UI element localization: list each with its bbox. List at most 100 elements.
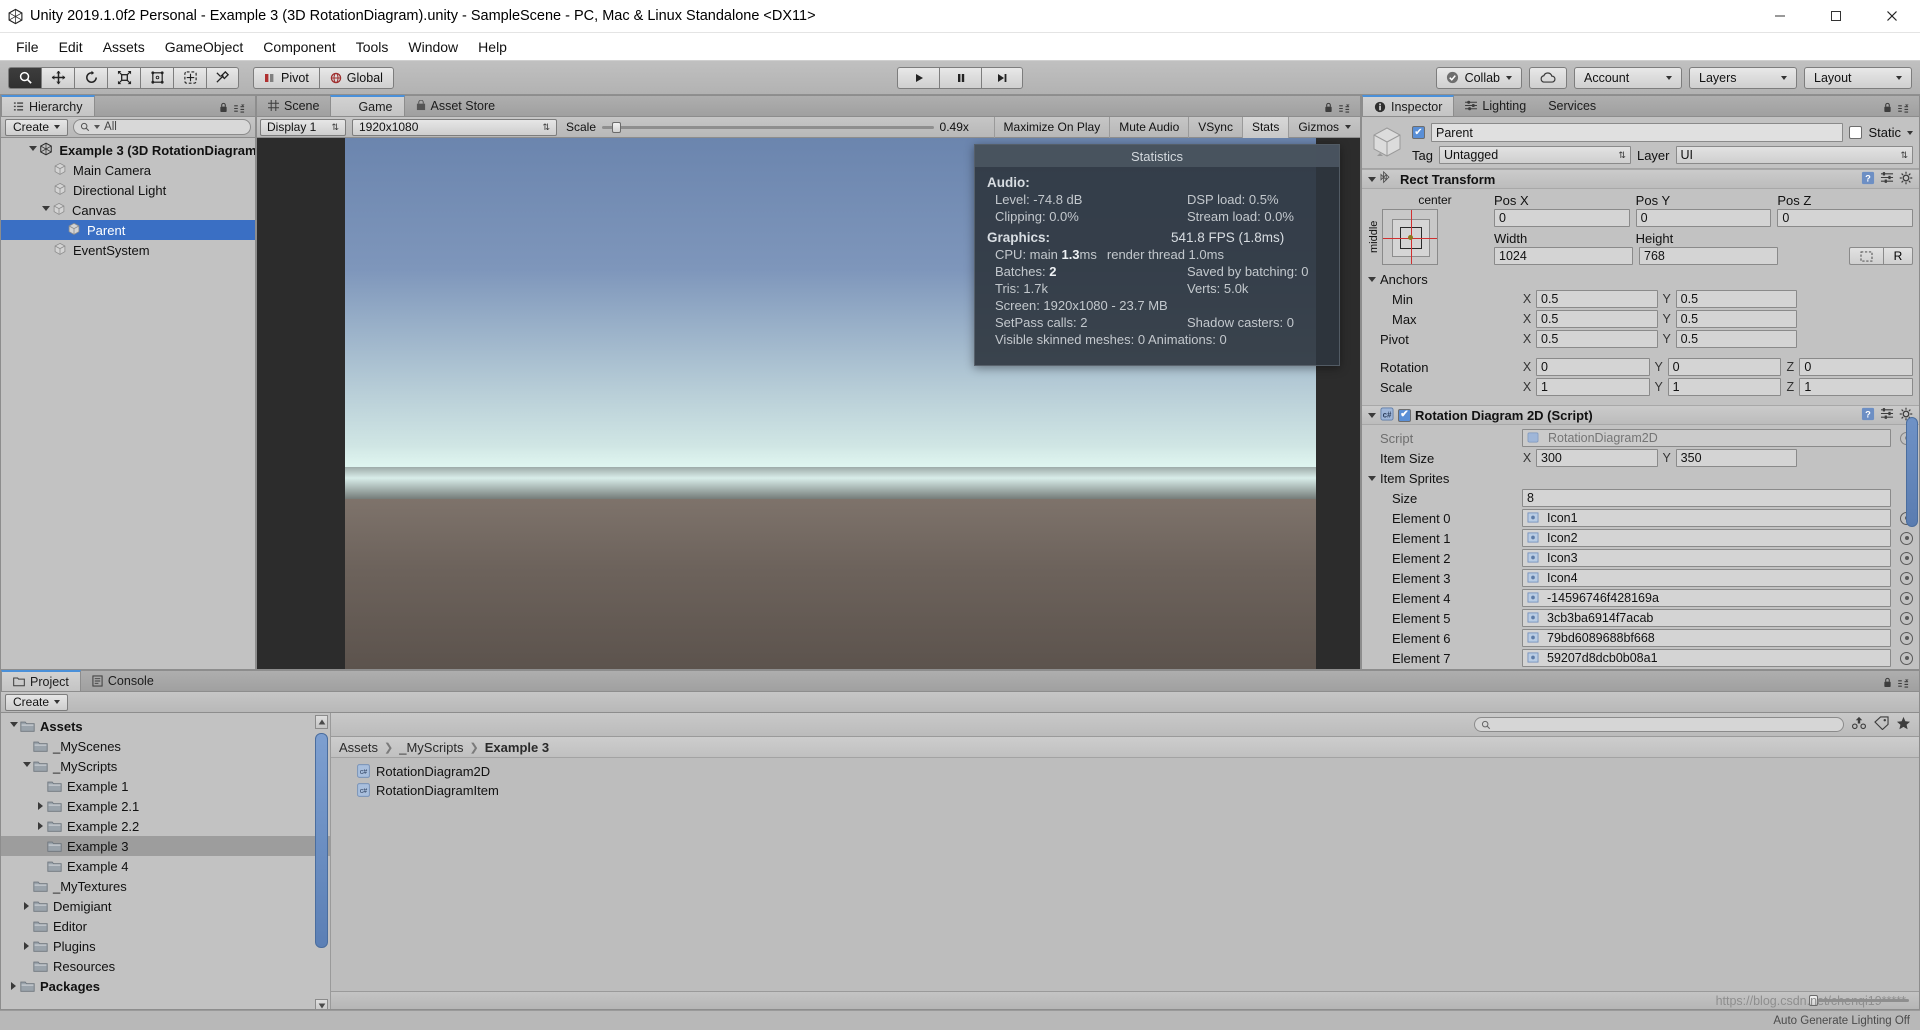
height-field[interactable]: 768 [1639,247,1778,265]
global-mode-button[interactable]: Global [318,66,394,89]
panel-menu-icon[interactable] [1898,676,1911,691]
item-size-x-field[interactable]: 300 [1536,449,1658,467]
project-item-example-2-2[interactable]: Example 2.2 [1,816,330,836]
asset-row-rotationdiagramitem[interactable]: c# RotationDiagramItem [331,781,1919,800]
hierarchy-item-parent[interactable]: Parent [1,220,255,240]
game-render-area[interactable]: Statistics Audio: Level: -74.8 dB DSP lo… [257,138,1360,669]
search-filter-icon[interactable] [94,125,101,129]
expand-arrow-icon[interactable] [20,902,33,910]
rect-transform-header[interactable]: Rect Transform ? [1362,169,1919,189]
gear-icon[interactable] [1899,171,1913,188]
object-picker-icon[interactable] [1900,571,1913,585]
help-icon[interactable]: ? [1861,407,1875,424]
maximize-on-play-toggle[interactable]: Maximize On Play [993,116,1110,138]
filter-by-label-icon[interactable] [1874,716,1889,733]
project-item-example-1[interactable]: Example 1 [1,776,330,796]
play-button[interactable] [897,66,939,89]
pos-y-field[interactable]: 0 [1635,209,1772,227]
gizmos-dropdown[interactable]: Gizmos [1288,116,1360,138]
vsync-toggle[interactable]: VSync [1188,116,1242,138]
inspector-scrollbar[interactable] [1906,417,1918,527]
tab-hierarchy[interactable]: Hierarchy [1,95,95,116]
expand-arrow-icon[interactable] [20,761,33,771]
project-item-editor[interactable]: Editor [1,916,330,936]
scroll-down-button[interactable] [315,999,328,1009]
collapse-triangle-icon[interactable] [1368,412,1376,418]
chevron-down-icon[interactable] [1907,130,1913,135]
step-button[interactable] [981,66,1023,89]
rotation-y-field[interactable]: 0 [1667,358,1782,376]
project-item-assets[interactable]: Assets [1,716,330,736]
asset-row-rotationdiagram2d[interactable]: c# RotationDiagram2D [331,762,1919,781]
anchors-min-y-field[interactable]: 0.5 [1675,290,1798,308]
panel-menu-icon[interactable] [234,101,247,116]
move-tool-button[interactable] [41,66,74,89]
project-item-myscripts[interactable]: _MyScripts [1,756,330,776]
expand-arrow-icon[interactable] [7,721,20,731]
layers-button[interactable]: Layers [1689,66,1797,89]
panel-menu-icon[interactable] [1898,101,1911,116]
scroll-up-button[interactable] [315,715,328,729]
width-field[interactable]: 1024 [1494,247,1633,265]
transform-tool-button[interactable] [173,66,206,89]
object-picker-icon[interactable] [1900,531,1913,545]
stats-toggle[interactable]: Stats [1241,116,1289,138]
hierarchy-item-scene[interactable]: Example 3 (3D RotationDiagram) [1,140,255,160]
lock-icon[interactable] [1324,101,1333,116]
expand-arrow-icon[interactable] [34,822,47,830]
filter-by-type-icon[interactable] [1851,716,1867,733]
favorites-star-icon[interactable] [1896,716,1911,733]
tab-game[interactable]: Game [330,95,405,116]
tab-console[interactable]: Console [81,670,165,691]
hierarchy-item-eventsystem[interactable]: EventSystem [1,240,255,260]
menu-edit[interactable]: Edit [49,36,93,58]
pivot-y-field[interactable]: 0.5 [1675,330,1798,348]
cloud-button[interactable] [1529,66,1567,89]
tab-asset-store[interactable]: Asset Store [405,95,507,116]
scale-z-field[interactable]: 1 [1799,378,1914,396]
breadcrumb-example-3[interactable]: Example 3 [485,740,549,755]
close-button[interactable] [1864,0,1920,32]
scroll-thumb[interactable] [315,733,328,948]
project-item-example-4[interactable]: Example 4 [1,856,330,876]
lock-icon[interactable] [1883,101,1892,116]
menu-gameobject[interactable]: GameObject [155,36,254,58]
account-button[interactable]: Account [1574,66,1682,89]
static-checkbox[interactable] [1849,126,1863,139]
expand-arrow-icon[interactable] [7,982,20,990]
layout-button[interactable]: Layout [1804,66,1912,89]
script-enabled-checkbox[interactable] [1398,408,1411,422]
scale-y-field[interactable]: 1 [1667,378,1782,396]
display-dropdown[interactable]: Display 1 ⇅ [260,118,346,136]
element-field[interactable]: Icon1 [1522,509,1891,527]
object-picker-icon[interactable] [1900,611,1913,625]
hierarchy-item-main-camera[interactable]: Main Camera [1,160,255,180]
hierarchy-item-canvas[interactable]: Canvas [1,200,255,220]
sprites-size-field[interactable]: 8 [1522,489,1891,507]
pause-button[interactable] [939,66,981,89]
anchors-foldout[interactable]: Anchors [1362,269,1919,289]
hierarchy-search-input[interactable]: All [73,119,251,135]
anchor-preset-button[interactable] [1382,209,1438,265]
element-field[interactable]: 3cb3ba6914f7acab [1522,609,1891,627]
element-field[interactable]: 79bd6089688bf668 [1522,629,1891,647]
collapse-triangle-icon[interactable] [1368,176,1376,182]
project-item-packages[interactable]: Packages [1,976,330,996]
pivot-mode-button[interactable]: Pivot [253,66,319,89]
breadcrumb-assets[interactable]: Assets [339,740,378,755]
menu-window[interactable]: Window [398,36,468,58]
collapse-triangle-icon[interactable] [1368,276,1376,282]
preset-icon[interactable] [1880,171,1894,187]
rotate-tool-button[interactable] [74,66,107,89]
lock-icon[interactable] [219,101,228,116]
pos-z-field[interactable]: 0 [1777,209,1914,227]
project-tree-scrollbar[interactable] [315,715,328,1009]
rotation-z-field[interactable]: 0 [1799,358,1914,376]
anchors-min-x-field[interactable]: 0.5 [1536,290,1658,308]
item-sprites-foldout[interactable]: Item Sprites [1362,468,1919,488]
layer-dropdown[interactable]: UI ⇅ [1675,146,1913,164]
collab-button[interactable]: Collab [1435,66,1522,89]
menu-component[interactable]: Component [253,36,345,58]
project-item-example-2-1[interactable]: Example 2.1 [1,796,330,816]
object-picker-icon[interactable] [1900,651,1913,665]
